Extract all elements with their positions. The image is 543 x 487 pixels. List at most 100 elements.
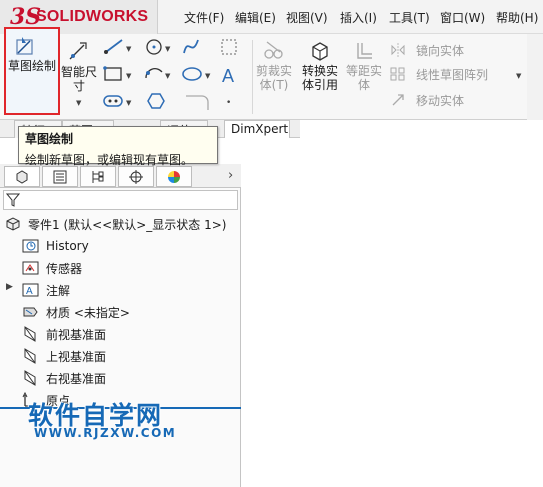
tree-item-sensors[interactable]: 传感器 <box>22 257 82 279</box>
menu-view[interactable]: 视图(V) <box>286 9 328 26</box>
rectangle-icon[interactable] <box>103 66 122 81</box>
tree-item-history[interactable]: History <box>22 235 89 257</box>
mirror-label: 镜向实体 <box>416 44 465 58</box>
material-icon <box>23 307 38 317</box>
watermark-url: WWW.RJZXW.COM <box>34 426 177 440</box>
part-name: 零件1 (默认<<默认>_显示状态 1>) <box>28 217 227 232</box>
sketch-tooltip: 草图绘制 绘制新草图，或编辑现有草图。 <box>18 126 218 167</box>
plane-icon <box>24 326 36 342</box>
svg-text:▼: ▼ <box>165 72 171 80</box>
svg-text:A: A <box>26 286 33 297</box>
ellipse-icon[interactable] <box>182 67 202 81</box>
tree-label: 前视基准面 <box>46 327 107 342</box>
tooltip-title: 草图绘制 <box>25 132 74 146</box>
tree-item-right-plane[interactable]: 右视基准面 <box>22 367 106 389</box>
chevron-down-icon[interactable]: ▼ <box>516 72 521 80</box>
convert-entities-button[interactable]: 转换实体引用 <box>298 38 342 110</box>
mirror-icon <box>391 43 405 57</box>
move-entities-button[interactable]: 移动实体 <box>390 92 500 108</box>
convert-entities-label: 转换实体引用 <box>301 64 338 92</box>
svg-text:▼: ▼ <box>126 45 132 53</box>
menu-window[interactable]: 窗口(W) <box>440 9 485 26</box>
plane-icon <box>24 370 36 386</box>
offset-entities-label: 等距实体 <box>345 64 382 92</box>
svg-text:A: A <box>222 66 234 86</box>
tree-label: 注解 <box>46 283 71 298</box>
annotation-icon: A <box>22 283 39 297</box>
expand-icon[interactable]: ▶ <box>6 282 13 292</box>
sketch-button[interactable]: 草图绘制 ▼ <box>4 27 64 137</box>
svg-text:▼: ▼ <box>165 45 171 53</box>
linear-pattern-label: 线性草图阵列 <box>416 68 489 82</box>
line-icon[interactable] <box>104 39 123 54</box>
menu-tools[interactable]: 工具(T) <box>389 9 430 26</box>
history-icon <box>22 239 39 253</box>
svg-text:▼: ▼ <box>205 72 211 80</box>
menu-edit[interactable]: 编辑(E) <box>235 9 276 26</box>
filter-icon <box>6 193 20 207</box>
circle-icon[interactable] <box>146 39 162 55</box>
logo-text: SOLIDWORKS <box>36 8 149 25</box>
offset-entities-button[interactable]: 等距实体 <box>344 38 384 110</box>
tree-filter-input[interactable] <box>3 190 238 210</box>
feature-manager-icon <box>16 170 28 184</box>
tree-item-top-plane[interactable]: 上视基准面 <box>22 345 106 367</box>
display-manager-tab[interactable] <box>156 166 192 187</box>
tab-dimxpert[interactable]: DimXpert <box>224 120 290 138</box>
tooltip-description: 绘制新草图，或编辑现有草图。 <box>25 153 194 167</box>
ribbon-overflow <box>527 34 543 120</box>
trim-label: 剪裁实体(T) <box>255 64 292 92</box>
move-label: 移动实体 <box>416 94 465 108</box>
tree-label: 上视基准面 <box>46 349 107 364</box>
menu-file[interactable]: 文件(F) <box>184 9 224 26</box>
arc-icon[interactable] <box>145 68 163 79</box>
tree-label: 材质 <未指定> <box>46 305 130 320</box>
tree-root-part[interactable]: 零件1 (默认<<默认>_显示状态 1>) <box>4 213 226 235</box>
plane-grid-icon[interactable] <box>221 39 237 55</box>
graphics-area[interactable] <box>242 164 543 487</box>
slot-icon[interactable] <box>103 95 123 107</box>
ribbon-divider <box>252 40 253 114</box>
menu-insert[interactable]: 插入(I) <box>340 9 377 26</box>
trim-button[interactable]: 剪裁实体(T) <box>254 38 294 110</box>
svg-text:▼: ▼ <box>126 72 132 80</box>
configuration-manager-icon <box>92 171 104 183</box>
sketch-icon <box>16 37 33 55</box>
menu-help[interactable]: 帮助(H) <box>496 9 538 26</box>
polygon-icon[interactable] <box>147 93 165 109</box>
configuration-manager-tab[interactable] <box>80 166 116 187</box>
smart-dimension-label: 智能尺寸 <box>60 65 97 93</box>
offset-entities-icon <box>357 43 372 59</box>
svg-text:•: • <box>226 98 231 108</box>
sketch-label: 草图绘制 <box>8 59 57 73</box>
tree-item-annotations[interactable]: A 注解 <box>22 279 70 301</box>
trim-icon <box>264 41 283 59</box>
sketch-tools-grid: ▼ ▼ ▼ ▼ ▼ A ▼ • <box>103 39 237 110</box>
svg-text:▼: ▼ <box>126 99 132 107</box>
tree-item-material[interactable]: 材质 <未指定> <box>22 301 130 323</box>
mirror-entities-button[interactable]: 镜向实体 <box>390 42 510 58</box>
chevron-right-icon[interactable]: › <box>228 168 233 183</box>
dimxpert-manager-tab[interactable] <box>118 166 154 187</box>
tree-label: 传感器 <box>46 261 83 276</box>
fillet-icon[interactable] <box>186 95 209 110</box>
feature-tree-tab[interactable] <box>4 166 40 187</box>
move-icon <box>392 94 404 106</box>
display-manager-icon <box>168 171 180 183</box>
property-manager-icon <box>53 170 67 184</box>
tree-label: History <box>46 239 89 253</box>
linear-pattern-icon <box>390 67 405 81</box>
tree-label: 右视基准面 <box>46 371 107 386</box>
chevron-down-icon: ▼ <box>76 99 82 107</box>
smart-dimension-button[interactable]: 智能尺寸 ▼ <box>60 37 98 107</box>
part-icon <box>6 217 20 231</box>
smart-dimension-icon <box>69 42 87 60</box>
property-manager-tab[interactable] <box>42 166 78 187</box>
crosshair-icon <box>129 170 143 184</box>
plane-icon <box>24 348 36 364</box>
tree-item-front-plane[interactable]: 前视基准面 <box>22 323 106 345</box>
spline-icon[interactable] <box>183 39 199 54</box>
linear-pattern-button[interactable]: 线性草图阵列 <box>390 66 515 82</box>
convert-entities-icon <box>312 42 328 61</box>
sensor-icon <box>22 261 39 275</box>
